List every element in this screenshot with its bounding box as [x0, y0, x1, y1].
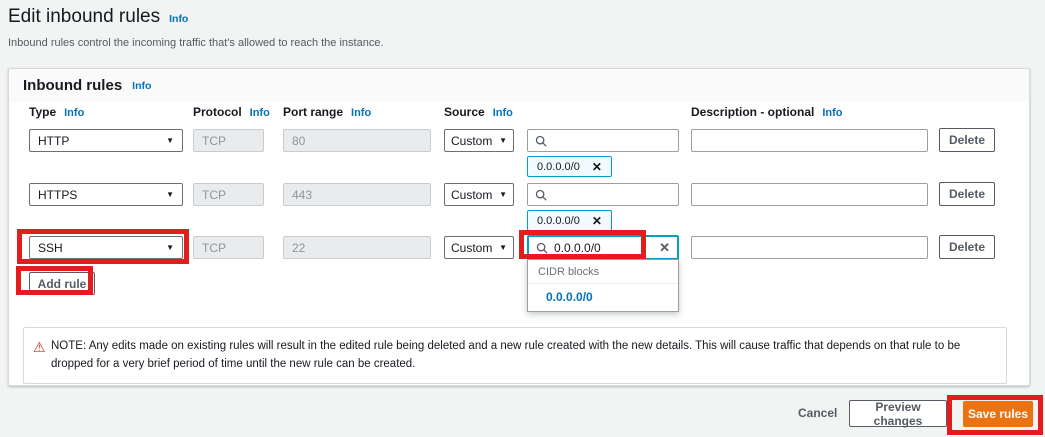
search-icon: [536, 242, 548, 254]
type-select-row2[interactable]: HTTPS ▼: [29, 183, 183, 206]
port-range-info-link[interactable]: Info: [351, 107, 371, 119]
protocol-input-row3: [193, 236, 264, 259]
warning-icon: ⚠: [33, 336, 46, 358]
description-info-link[interactable]: Info: [822, 107, 842, 119]
page-heading: Edit inbound rules Info: [8, 6, 188, 28]
source-mode-select-row2[interactable]: Custom ▼: [444, 183, 514, 206]
description-input-row3[interactable]: [691, 236, 928, 259]
chevron-down-icon: ▼: [499, 243, 507, 252]
cidr-tag-row2: 0.0.0.0/0 ✕: [527, 210, 612, 231]
type-info-link[interactable]: Info: [64, 107, 84, 119]
source-mode-select-row3[interactable]: Custom ▼: [444, 236, 514, 259]
type-select-row3[interactable]: SSH ▼: [29, 236, 183, 259]
page-title: Edit inbound rules: [8, 6, 160, 28]
description-input-row2[interactable]: [691, 183, 928, 206]
search-icon: [535, 189, 547, 201]
note-text: NOTE: Any edits made on existing rules w…: [51, 340, 960, 370]
protocol-input-row2: [193, 183, 264, 206]
inbound-rules-panel: Inbound rules Info Type Info Protocol In…: [8, 68, 1030, 386]
cancel-button[interactable]: Cancel: [798, 406, 837, 420]
source-info-link[interactable]: Info: [493, 107, 513, 119]
source-search-row2[interactable]: [527, 183, 679, 206]
page-subtitle: Inbound rules control the incoming traff…: [8, 37, 384, 49]
column-header-protocol: Protocol Info: [193, 105, 270, 119]
description-input-row1[interactable]: [691, 129, 928, 152]
panel-info-link[interactable]: Info: [132, 80, 151, 92]
note-box: ⚠ NOTE: Any edits made on existing rules…: [23, 327, 1007, 384]
panel-title: Inbound rules: [23, 77, 122, 94]
port-range-input-row2: [283, 183, 431, 206]
cidr-group-label: CIDR blocks: [528, 260, 678, 284]
column-header-description: Description - optional Info: [691, 105, 843, 119]
preview-changes-button[interactable]: Preview changes: [849, 400, 947, 427]
remove-cidr-icon[interactable]: ✕: [592, 214, 602, 228]
delete-rule-button-row2[interactable]: Delete: [939, 182, 995, 206]
cidr-tag-row1: 0.0.0.0/0 ✕: [527, 156, 612, 177]
search-icon: [535, 135, 547, 147]
chevron-down-icon: ▼: [166, 190, 174, 199]
source-search-input-row2[interactable]: [553, 188, 671, 202]
column-header-port-range: Port range Info: [283, 105, 371, 119]
chevron-down-icon: ▼: [499, 190, 507, 199]
column-header-source: Source Info: [444, 105, 513, 119]
port-range-input-row1: [283, 129, 431, 152]
remove-cidr-icon[interactable]: ✕: [592, 160, 602, 174]
source-search-input-row1[interactable]: [553, 134, 671, 148]
column-header-type: Type Info: [29, 105, 84, 119]
type-select-row1[interactable]: HTTP ▼: [29, 129, 183, 152]
protocol-input-row1: [193, 129, 264, 152]
port-range-input-row3: [283, 236, 431, 259]
chevron-down-icon: ▼: [166, 243, 174, 252]
add-rule-button[interactable]: Add rule: [29, 272, 95, 295]
source-search-row3[interactable]: ✕: [527, 235, 679, 260]
source-mode-select-row1[interactable]: Custom ▼: [444, 129, 514, 152]
save-rules-button[interactable]: Save rules: [963, 401, 1033, 427]
edit-inbound-rules-page: Edit inbound rules Info Inbound rules co…: [0, 0, 1045, 437]
cidr-suggestion-dropdown: CIDR blocks 0.0.0.0/0: [527, 259, 679, 312]
panel-header: Inbound rules Info: [9, 69, 1029, 102]
cidr-option[interactable]: 0.0.0.0/0: [528, 284, 678, 311]
source-search-row1[interactable]: [527, 129, 679, 152]
chevron-down-icon: ▼: [166, 136, 174, 145]
clear-search-icon[interactable]: ✕: [653, 240, 670, 256]
page-title-info-link[interactable]: Info: [169, 13, 188, 25]
protocol-info-link[interactable]: Info: [250, 107, 270, 119]
chevron-down-icon: ▼: [499, 136, 507, 145]
source-search-input-row3[interactable]: [554, 241, 647, 255]
delete-rule-button-row3[interactable]: Delete: [939, 235, 995, 259]
delete-rule-button-row1[interactable]: Delete: [939, 128, 995, 152]
